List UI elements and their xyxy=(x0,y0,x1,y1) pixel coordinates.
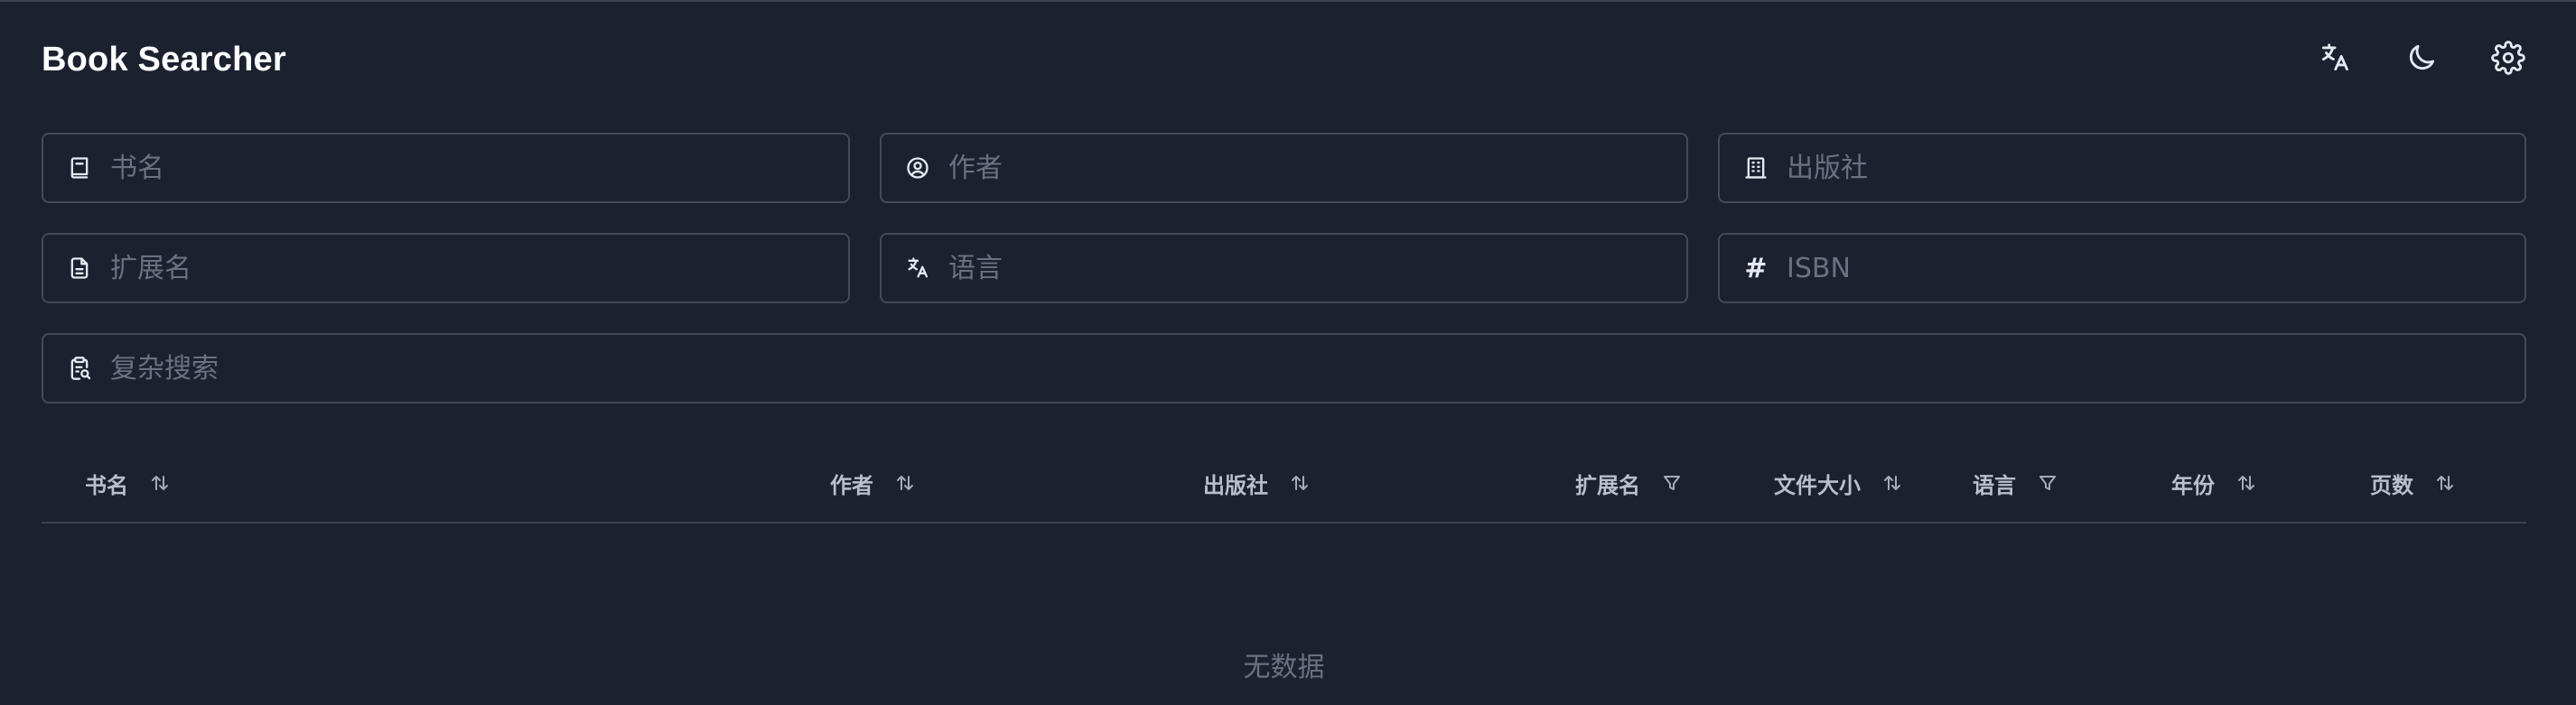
title-input[interactable] xyxy=(110,136,848,199)
language-field xyxy=(880,233,1688,303)
column-header-file-size[interactable]: 文件大小 xyxy=(1774,444,1904,522)
language-toggle-button[interactable] xyxy=(2309,33,2361,86)
column-header-title[interactable]: 书名 xyxy=(85,444,172,522)
settings-button[interactable] xyxy=(2482,33,2534,86)
sort-icon[interactable] xyxy=(893,471,917,495)
table-header: 书名 作者 出版社 扩展名 文件大小 语言 年份 页数 xyxy=(42,444,2526,524)
column-header-label: 年份 xyxy=(2171,472,2215,498)
search-form: # xyxy=(42,133,2526,404)
file-icon xyxy=(43,235,116,301)
book-icon xyxy=(43,135,116,201)
column-header-label: 页数 xyxy=(2370,472,2413,498)
column-header-language[interactable]: 语言 xyxy=(1973,444,2059,522)
column-header-label: 语言 xyxy=(1973,472,2016,498)
language-input[interactable] xyxy=(948,237,1686,300)
sort-icon[interactable] xyxy=(148,471,172,495)
extension-input[interactable] xyxy=(110,237,848,300)
language-icon xyxy=(2318,41,2352,79)
author-field xyxy=(880,133,1688,203)
sort-icon[interactable] xyxy=(1288,471,1311,495)
column-header-pages[interactable]: 页数 xyxy=(2370,444,2457,522)
gear-icon xyxy=(2491,41,2525,79)
publisher-field xyxy=(1718,133,2526,203)
column-header-label: 书名 xyxy=(85,472,128,498)
sort-icon[interactable] xyxy=(2235,471,2258,495)
complex-search-input[interactable] xyxy=(110,337,2525,400)
header-actions xyxy=(2309,33,2534,86)
extension-field xyxy=(42,233,850,303)
column-header-year[interactable]: 年份 xyxy=(2171,444,2258,522)
complex-search-field xyxy=(42,333,2526,404)
column-header-label: 出版社 xyxy=(1203,472,1268,498)
column-header-label: 作者 xyxy=(830,472,873,498)
moon-icon xyxy=(2404,41,2439,79)
empty-state: 无数据 xyxy=(1243,652,1325,683)
column-header-label: 扩展名 xyxy=(1575,472,1640,498)
app-title: Book Searcher xyxy=(42,40,286,79)
language-icon xyxy=(882,235,954,301)
hash-icon: # xyxy=(1744,252,1768,284)
app-header: Book Searcher xyxy=(42,2,2534,117)
filter-icon[interactable] xyxy=(1660,471,1684,495)
clipboard-search-icon xyxy=(43,335,116,402)
publisher-input[interactable] xyxy=(1787,136,2525,199)
column-header-author[interactable]: 作者 xyxy=(830,444,917,522)
filter-icon[interactable] xyxy=(2036,471,2059,495)
title-field xyxy=(42,133,850,203)
column-header-label: 文件大小 xyxy=(1774,472,1861,498)
building-icon xyxy=(1720,135,1792,201)
isbn-field: # xyxy=(1718,233,2526,303)
isbn-input[interactable] xyxy=(1787,237,2525,300)
sort-icon[interactable] xyxy=(2433,471,2457,495)
column-header-extension[interactable]: 扩展名 xyxy=(1575,444,1684,522)
user-circle-icon xyxy=(882,135,954,201)
sort-icon[interactable] xyxy=(1881,471,1904,495)
author-input[interactable] xyxy=(948,136,1686,199)
column-header-publisher[interactable]: 出版社 xyxy=(1203,444,1311,522)
results-table: 书名 作者 出版社 扩展名 文件大小 语言 年份 页数 无数据 xyxy=(42,444,2526,683)
theme-toggle-button[interactable] xyxy=(2395,33,2448,86)
